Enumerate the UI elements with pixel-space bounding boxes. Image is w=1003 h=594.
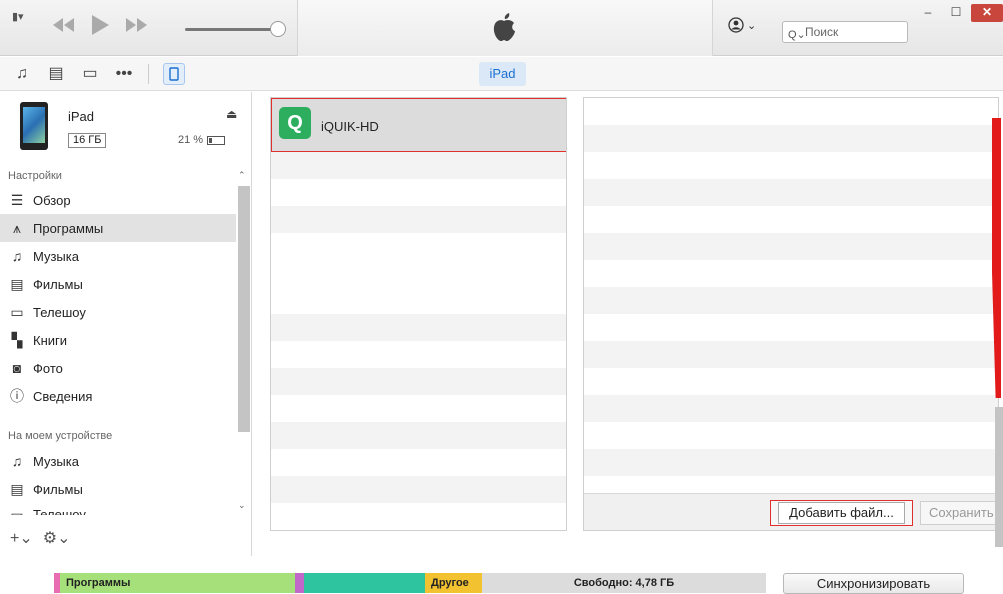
camera-icon: ◙	[12, 360, 22, 376]
device-icon[interactable]	[163, 63, 185, 85]
search-placeholder: Поиск	[805, 25, 839, 39]
tv-icon: ▭	[10, 304, 24, 320]
film-icon: ▤	[10, 481, 24, 497]
sidebar-item-info[interactable]: ⓘ Сведения	[0, 382, 236, 410]
chevron-down-icon: ⌄	[747, 19, 757, 32]
scrollbar-thumb[interactable]	[238, 186, 250, 432]
next-track-icon[interactable]	[124, 17, 148, 33]
battery-percent: 21 %	[178, 134, 204, 146]
sidebar-item-label: Сведения	[33, 388, 93, 404]
sidebar-item-movies[interactable]: ▤ Фильмы	[0, 270, 236, 298]
battery-status: 21 %	[178, 134, 226, 146]
search-icon: Q⌄	[788, 29, 806, 41]
apps-icon: ⩚	[13, 220, 21, 236]
sidebar-item-label: Телешоу	[33, 304, 86, 320]
sidebar-item-label: Программы	[33, 220, 104, 236]
device-section-header: На моем устройстве	[8, 430, 113, 442]
gear-icon[interactable]: ⚙⌄	[43, 528, 71, 548]
more-icon[interactable]: •••	[114, 64, 134, 84]
device-tab[interactable]: iPad	[479, 62, 526, 86]
account-button[interactable]: ⌄	[728, 17, 756, 33]
sidebar-item-device-music[interactable]: ♫ Музыка	[0, 447, 236, 475]
add-file-label: Добавить файл...	[778, 502, 905, 524]
play-icon[interactable]	[90, 14, 110, 36]
sidebar-item-photos[interactable]: ◙ Фото	[0, 354, 236, 382]
sidebar-item-tvshows[interactable]: ▭ Телешоу	[0, 298, 236, 326]
previous-track-icon[interactable]	[52, 17, 76, 33]
media-toolbar: ♫ ▤ ▭ ••• iPad	[0, 57, 1003, 91]
sidebar-item-label: Книги	[33, 332, 68, 348]
sidebar-scrollbar[interactable]: ⌃ ⌄	[236, 170, 250, 542]
sidebar-item-label: Обзор	[33, 192, 71, 208]
device-name: iPad	[68, 109, 95, 124]
film-icon: ▤	[10, 276, 24, 292]
sidebar-item-label: Музыка	[33, 248, 79, 264]
storage-segment: Программы	[60, 573, 295, 593]
storage-segment: Другое	[425, 573, 482, 593]
sidebar-item-label: Музыка	[33, 453, 79, 469]
storage-segment	[295, 573, 304, 593]
minimize-button[interactable]: –	[915, 4, 941, 22]
search-field[interactable]: Q⌄ Поиск	[782, 21, 908, 43]
transport-controls	[52, 14, 148, 36]
storage-segment	[304, 573, 425, 593]
volume-slider[interactable]	[185, 28, 277, 31]
sidebar-item-device-movies[interactable]: ▤ Фильмы	[0, 475, 236, 503]
sidebar-item-apps[interactable]: ⩚ Программы	[0, 214, 236, 242]
film-icon[interactable]: ▤	[46, 64, 66, 84]
eject-icon[interactable]: ⏏	[226, 107, 237, 121]
device-header[interactable]: iPad 16 ГБ ⏏ 21 %	[0, 92, 252, 164]
sidebar-item-device-tvshows[interactable]: ▭ Телешоу	[0, 503, 236, 515]
sidebar-item-music[interactable]: ♫ Музыка	[0, 242, 236, 270]
scroll-up-icon[interactable]: ⌃	[238, 170, 246, 181]
music-icon: ♫	[11, 453, 23, 469]
toolbar-divider	[148, 64, 149, 84]
storage-segment: Свободно: 4,78 ГБ	[482, 573, 766, 593]
documents-list: Добавить файл... Сохранить	[583, 97, 999, 531]
window-buttons: – ☐ ✕	[915, 4, 1003, 22]
app-list: Q iQUIK-HD	[270, 97, 567, 531]
settings-section-header: Настройки	[8, 170, 62, 182]
sync-button[interactable]: Синхронизировать	[783, 573, 964, 594]
battery-icon	[207, 135, 226, 145]
sidebar-item-label: Телешоу	[33, 507, 86, 515]
close-button[interactable]: ✕	[971, 4, 1003, 22]
music-icon: ♫	[11, 248, 23, 264]
sidebar-item-label: Фото	[33, 360, 63, 376]
documents-footer: Добавить файл... Сохранить	[584, 493, 998, 530]
apple-logo-icon	[493, 13, 515, 41]
info-icon: ⓘ	[10, 388, 24, 404]
sidebar-item-label: Фильмы	[33, 276, 83, 292]
app-label: iQUIK-HD	[321, 119, 379, 134]
sidebar-item-label: Фильмы	[33, 481, 83, 497]
save-button[interactable]: Сохранить	[920, 501, 998, 525]
title-bar: ▮▾ ⌄ Q⌄ Поиск – ☐ ✕	[0, 0, 1003, 56]
sidebar-footer: +⌄ ⚙⌄	[10, 528, 71, 548]
device-capacity-badge: 16 ГБ	[68, 133, 107, 148]
window-menu-icon[interactable]: ▮▾	[12, 10, 24, 23]
books-icon: ▚	[11, 332, 23, 348]
tv-icon: ▭	[10, 507, 24, 515]
sidebar-item-books[interactable]: ▚ Книги	[0, 326, 236, 354]
iquik-hd-app-icon: Q	[279, 107, 311, 139]
volume-knob[interactable]	[270, 21, 286, 37]
app-item-iquik-hd[interactable]: Q iQUIK-HD	[271, 98, 566, 152]
tv-icon[interactable]: ▭	[80, 64, 100, 84]
maximize-button[interactable]: ☐	[943, 4, 969, 22]
sidebar-item-summary[interactable]: ☰ Обзор	[0, 186, 236, 214]
storage-capacity-bar: Программы Другое Свободно: 4,78 ГБ	[54, 573, 766, 593]
music-icon[interactable]: ♫	[12, 64, 32, 84]
add-file-button[interactable]: Добавить файл...	[770, 500, 913, 526]
account-icon	[728, 17, 744, 33]
add-icon[interactable]: +⌄	[10, 528, 33, 548]
ipad-thumbnail	[20, 102, 48, 150]
scrollbar-thumb[interactable]	[995, 407, 1003, 547]
scroll-down-icon[interactable]: ⌄	[238, 500, 246, 511]
summary-icon: ☰	[10, 192, 24, 208]
sidebar: iPad 16 ГБ ⏏ 21 % Настройки ☰ Обзор ⩚ Пр…	[0, 92, 252, 556]
